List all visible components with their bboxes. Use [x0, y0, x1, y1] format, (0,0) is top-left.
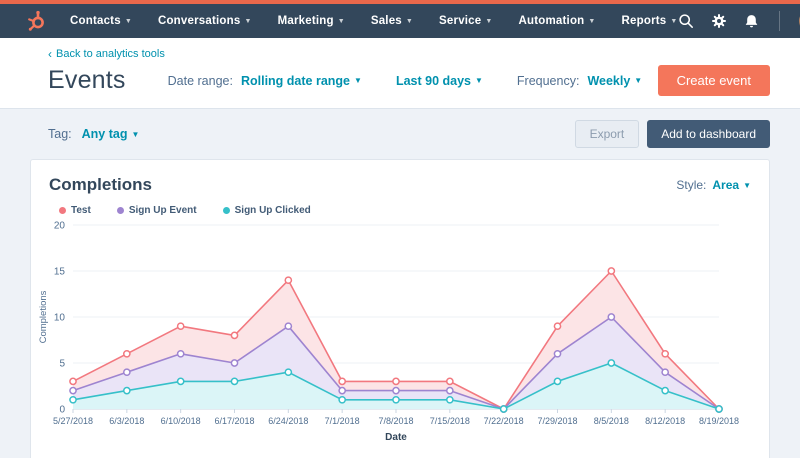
legend-dot-icon: [223, 207, 230, 214]
chevron-left-icon: ‹: [48, 47, 52, 61]
style-label: Style:: [676, 178, 706, 192]
svg-text:7/8/2018: 7/8/2018: [378, 416, 413, 426]
primary-nav: Contacts ▼ Conversations ▼ Marketing ▼ Sale…: [70, 15, 678, 27]
chart-title: Completions: [49, 175, 152, 195]
legend-dot-icon: [59, 207, 66, 214]
nav-item-contacts[interactable]: Contacts ▼: [70, 15, 132, 27]
page-title: Events: [48, 66, 126, 95]
date-range-type-dropdown[interactable]: Rolling date range ▼: [241, 74, 362, 88]
chart-style-dropdown[interactable]: Area ▼: [712, 178, 751, 192]
tag-label: Tag:: [48, 127, 72, 141]
create-event-button[interactable]: Create event: [658, 65, 770, 96]
svg-text:7/29/2018: 7/29/2018: [537, 416, 577, 426]
navbar-utilities: biglytics.net ▼: [678, 10, 800, 32]
legend-item[interactable]: Sign Up Event: [117, 205, 197, 216]
nav-item-service[interactable]: Service ▼: [439, 15, 492, 27]
chevron-down-icon: ▼: [485, 18, 492, 25]
nav-item-label: Conversations: [158, 15, 240, 27]
svg-text:7/1/2018: 7/1/2018: [325, 416, 360, 426]
completions-report-card: Completions Style: Area ▼ Test Sign Up Eve…: [30, 159, 770, 458]
chart-area: 0 5 10 15 20 5/27/2018 6/3/2018 6/10/2018 6/17/2…: [39, 218, 751, 455]
svg-text:8/12/2018: 8/12/2018: [645, 416, 685, 426]
svg-text:Completions: Completions: [39, 290, 49, 343]
chevron-down-icon: ▼: [125, 18, 132, 25]
back-to-analytics-link[interactable]: ‹ Back to analytics tools: [48, 47, 165, 61]
divider: [779, 11, 780, 31]
legend-item[interactable]: Test: [59, 205, 91, 216]
svg-text:8/5/2018: 8/5/2018: [594, 416, 629, 426]
chevron-down-icon: ▼: [338, 18, 345, 25]
chevron-down-icon: ▼: [475, 76, 483, 85]
tag-dropdown[interactable]: Any tag▼: [82, 127, 140, 141]
chevron-down-icon: ▼: [670, 18, 677, 25]
date-range-period-dropdown[interactable]: Last 90 days ▼: [396, 74, 483, 88]
frequency-dropdown[interactable]: Weekly ▼: [587, 74, 642, 88]
nav-item-label: Automation: [519, 15, 585, 27]
nav-item-label: Contacts: [70, 15, 121, 27]
notifications-bell-icon[interactable]: [744, 13, 760, 29]
date-range-period-value: Last 90 days: [396, 74, 471, 88]
filter-bar: Tag: Any tag▼ Export Add to dashboard: [0, 109, 800, 159]
legend-item[interactable]: Sign Up Clicked: [223, 205, 311, 216]
chevron-down-icon: ▼: [743, 181, 751, 190]
tag-value: Any tag: [82, 127, 128, 141]
svg-text:7/22/2018: 7/22/2018: [484, 416, 524, 426]
hubspot-sprocket-logo[interactable]: [26, 10, 48, 32]
chart-style-value: Area: [712, 178, 739, 192]
chevron-down-icon: ▼: [406, 18, 413, 25]
search-icon[interactable]: [678, 13, 694, 29]
svg-text:6/10/2018: 6/10/2018: [161, 416, 201, 426]
svg-text:7/15/2018: 7/15/2018: [430, 416, 470, 426]
export-button[interactable]: Export: [575, 120, 640, 148]
nav-item-label: Reports: [622, 15, 667, 27]
legend-dot-icon: [117, 207, 124, 214]
legend-label: Sign Up Event: [129, 205, 197, 216]
nav-item-label: Marketing: [278, 15, 334, 27]
settings-gear-icon[interactable]: [711, 13, 727, 29]
nav-item-sales[interactable]: Sales ▼: [371, 15, 413, 27]
back-link-label: Back to analytics tools: [56, 48, 165, 60]
chevron-down-icon: ▼: [354, 76, 362, 85]
svg-text:6/24/2018: 6/24/2018: [268, 416, 308, 426]
report-controls: Date range: Rolling date range ▼ Last 90 …: [168, 74, 643, 88]
nav-item-reports[interactable]: Reports▼: [622, 15, 678, 27]
nav-item-label: Service: [439, 15, 481, 27]
frequency-label: Frequency:: [517, 74, 580, 88]
nav-item-automation[interactable]: Automation▼: [519, 15, 596, 27]
chevron-down-icon: ▼: [131, 130, 139, 139]
svg-text:20: 20: [54, 221, 66, 232]
frequency-value: Weekly: [587, 74, 630, 88]
date-range-type-value: Rolling date range: [241, 74, 350, 88]
svg-text:Date: Date: [385, 432, 407, 443]
svg-text:0: 0: [59, 405, 65, 416]
nav-item-conversations[interactable]: Conversations ▼: [158, 15, 252, 27]
svg-text:15: 15: [54, 267, 66, 278]
top-navbar: Contacts ▼ Conversations ▼ Marketing ▼ Sale…: [0, 4, 800, 38]
legend-label: Sign Up Clicked: [235, 205, 311, 216]
nav-item-marketing[interactable]: Marketing ▼: [278, 15, 345, 27]
nav-item-label: Sales: [371, 15, 402, 27]
svg-text:6/17/2018: 6/17/2018: [214, 416, 254, 426]
date-range-label: Date range:: [168, 74, 233, 88]
page-header: ‹ Back to analytics tools Events Date ra…: [0, 38, 800, 109]
svg-text:6/3/2018: 6/3/2018: [109, 416, 144, 426]
svg-text:8/19/2018: 8/19/2018: [699, 416, 739, 426]
svg-text:5/27/2018: 5/27/2018: [53, 416, 93, 426]
add-to-dashboard-button[interactable]: Add to dashboard: [647, 120, 770, 148]
completions-area-chart[interactable]: 0 5 10 15 20 5/27/2018 6/3/2018 6/10/2018 6/17/2…: [39, 218, 779, 450]
svg-text:5: 5: [59, 359, 65, 370]
chevron-down-icon: ▼: [244, 18, 251, 25]
chevron-down-icon: ▼: [588, 18, 595, 25]
svg-text:10: 10: [54, 313, 66, 324]
chart-legend: Test Sign Up Event Sign Up Clicked: [59, 205, 751, 216]
chevron-down-icon: ▼: [634, 76, 642, 85]
legend-label: Test: [71, 205, 91, 216]
